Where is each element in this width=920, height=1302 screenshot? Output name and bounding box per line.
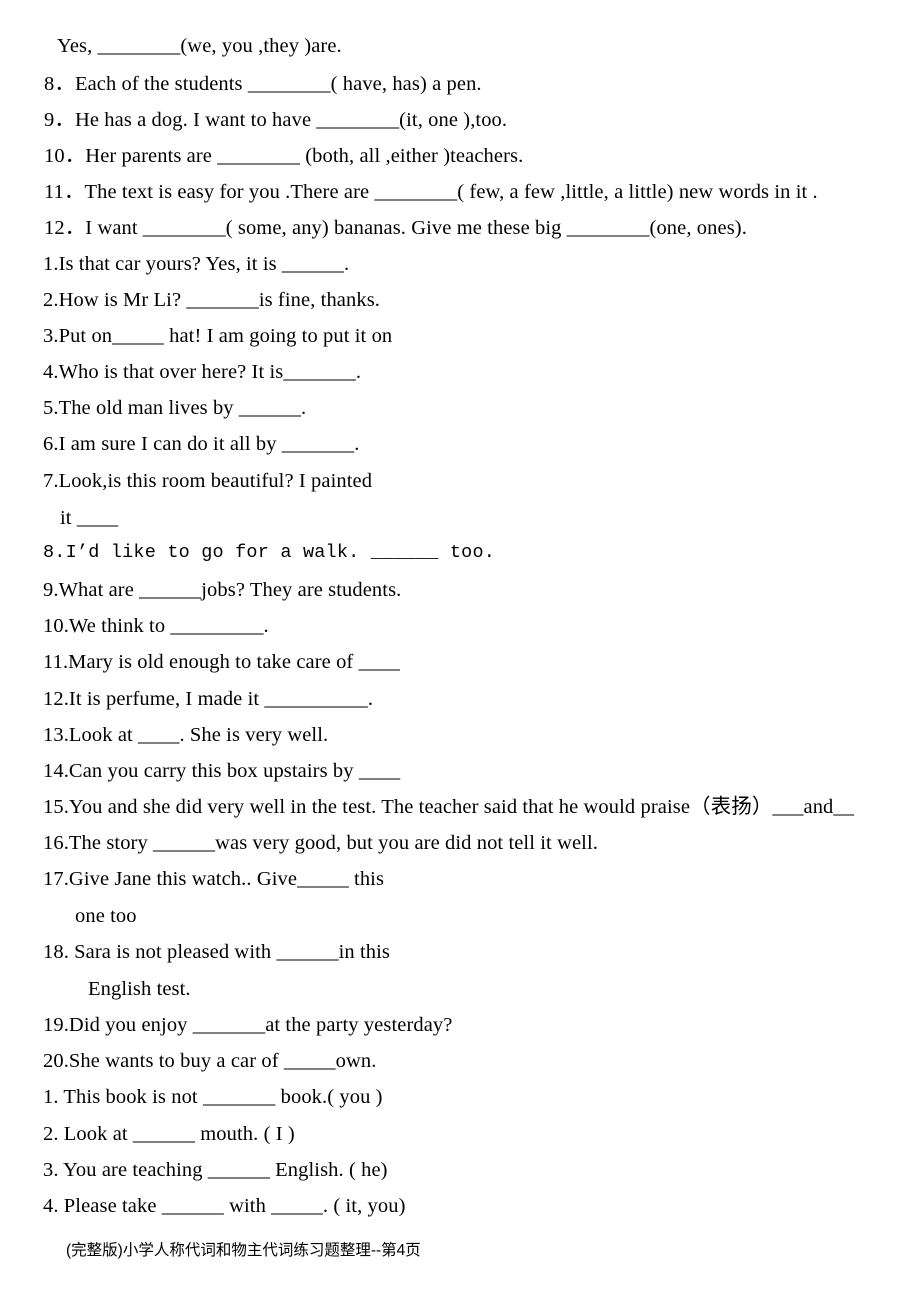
worksheet-line-q13-mid: 13.Look at ____. She is very well.: [43, 724, 329, 746]
worksheet-line-q11-top: 11．The text is easy for you .There are _…: [44, 181, 818, 203]
worksheet-line-q19-mid: 19.Did you enjoy _______at the party yes…: [43, 1014, 453, 1036]
worksheet-line-q18-mid: 18. Sara is not pleased with ______in th…: [43, 941, 390, 963]
worksheet-line-q1-bot: 1. This book is not _______ book.( you ): [43, 1086, 383, 1108]
worksheet-line-q9-mid: 9.What are ______jobs? They are students…: [43, 579, 402, 601]
worksheet-line-q2-bot: 2. Look at ______ mouth. ( I ): [43, 1123, 295, 1145]
worksheet-line-q3-bot: 3. You are teaching ______ English. ( he…: [43, 1159, 388, 1181]
worksheet-line-q6-mid: 6.I am sure I can do it all by _______.: [43, 433, 360, 455]
worksheet-line-q10-top: 10．Her parents are ________ (both, all ,…: [44, 145, 524, 167]
worksheet-line-q8-mid: 8.I’d like to go for a walk. ______ too.: [43, 542, 496, 563]
worksheet-line-q17-mid-cont: one too: [75, 905, 137, 927]
worksheet-line-q12-top: 12．I want ________( some, any) bananas. …: [44, 217, 747, 239]
worksheet-line-q7-mid-cont: it ____: [60, 507, 119, 529]
worksheet-line-q12-mid: 12.It is perfume, I made it __________.: [43, 688, 374, 710]
worksheet-line-q11-mid: 11.Mary is old enough to take care of __…: [43, 651, 400, 673]
worksheet-line-q10-mid: 10.We think to _________.: [43, 615, 269, 637]
page-footer: (完整版)小学人称代词和物主代词练习题整理--第4页: [66, 1242, 421, 1259]
worksheet-line-q14-mid: 14.Can you carry this box upstairs by __…: [43, 760, 401, 782]
worksheet-line-q4-bot: 4. Please take ______ with _____. ( it, …: [43, 1195, 406, 1217]
worksheet-line-q20-mid: 20.She wants to buy a car of _____own.: [43, 1050, 377, 1072]
worksheet-line-q16-mid: 16.The story ______was very good, but yo…: [43, 832, 598, 854]
worksheet-line-q15-mid: 15.You and she did very well in the test…: [43, 796, 855, 818]
worksheet-line-q9-top: 9．He has a dog. I want to have ________(…: [44, 109, 508, 131]
worksheet-line-q18-mid-cont: English test.: [88, 978, 191, 1000]
worksheet-line-lead-7-answer: Yes, ________(we, you ,they )are.: [57, 35, 342, 57]
worksheet-line-q8-top: 8．Each of the students ________( have, h…: [44, 73, 482, 95]
worksheet-line-q4-mid: 4.Who is that over here? It is_______.: [43, 361, 362, 383]
worksheet-line-q2-mid: 2.How is Mr Li? _______is fine, thanks.: [43, 289, 380, 311]
worksheet-line-q5-mid: 5.The old man lives by ______.: [43, 397, 307, 419]
worksheet-line-q17-mid: 17.Give Jane this watch.. Give_____ this: [43, 868, 385, 890]
worksheet-line-q1-mid: 1.Is that car yours? Yes, it is ______.: [43, 253, 350, 275]
worksheet-page: Yes, ________(we, you ,they )are. 8．Each …: [0, 0, 920, 1302]
worksheet-line-q3-mid: 3.Put on_____ hat! I am going to put it …: [43, 325, 393, 347]
worksheet-line-q7-mid: 7.Look,is this room beautiful? I painted: [43, 470, 373, 492]
